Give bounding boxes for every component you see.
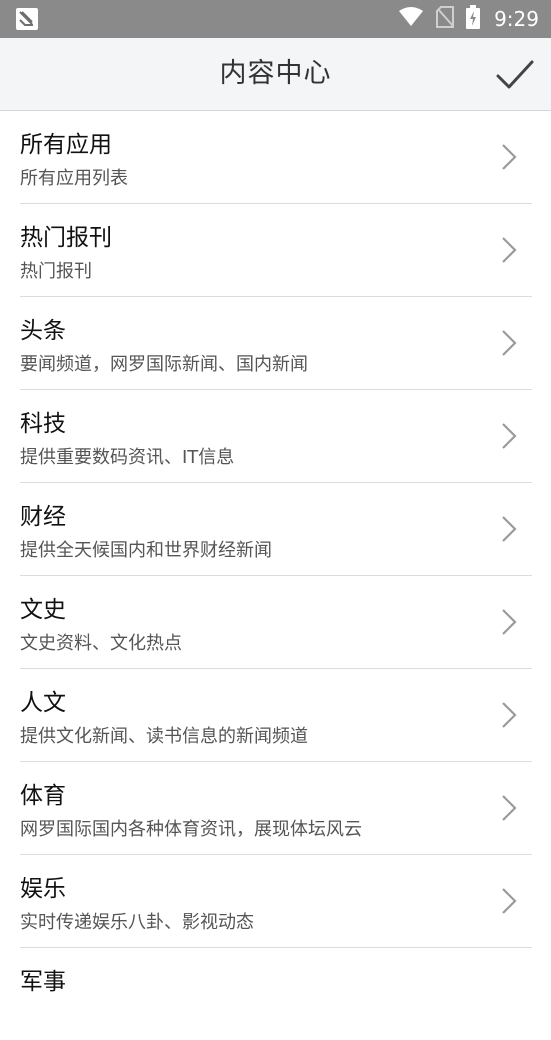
item-title: 所有应用	[20, 132, 112, 158]
chevron-right-icon	[502, 516, 517, 542]
chevron-right-icon	[502, 888, 517, 914]
battery-charging-icon	[466, 5, 481, 33]
item-subtitle: 文史资料、文化热点	[20, 633, 182, 654]
item-title: 科技	[20, 411, 66, 437]
list-item-headlines[interactable]: 头条 要闻频道，网罗国际新闻、国内新闻	[20, 297, 532, 390]
page-title: 内容中心	[219, 58, 332, 89]
item-subtitle: 提供全天候国内和世界财经新闻	[20, 540, 272, 561]
wifi-icon	[398, 7, 424, 31]
item-subtitle: 热门报刊	[20, 261, 92, 282]
item-subtitle: 要闻频道，网罗国际新闻、国内新闻	[20, 354, 308, 375]
confirm-button[interactable]	[495, 55, 535, 95]
item-title: 热门报刊	[20, 225, 112, 251]
item-title: 文史	[20, 597, 66, 623]
top-bar: 内容中心	[0, 38, 551, 111]
list-item-history[interactable]: 文史 文史资料、文化热点	[20, 576, 532, 669]
status-bar: 9:29	[0, 0, 551, 38]
list-item-humanities[interactable]: 人文 提供文化新闻、读书信息的新闻频道	[20, 669, 532, 762]
item-title: 财经	[20, 504, 66, 530]
chevron-right-icon	[502, 144, 517, 170]
chevron-right-icon	[502, 423, 517, 449]
chevron-right-icon	[502, 702, 517, 728]
list-item-all-apps[interactable]: 所有应用 所有应用列表	[20, 111, 532, 204]
list-item-hot-magazines[interactable]: 热门报刊 热门报刊	[20, 204, 532, 297]
no-sim-icon	[436, 6, 455, 32]
item-title: 人文	[20, 690, 66, 716]
chevron-right-icon	[502, 237, 517, 263]
list-item-tech[interactable]: 科技 提供重要数码资讯、IT信息	[20, 390, 532, 483]
item-title: 娱乐	[20, 876, 66, 902]
item-title: 体育	[20, 783, 66, 809]
item-title: 头条	[20, 318, 66, 344]
item-subtitle: 所有应用列表	[20, 168, 128, 189]
list-item-entertainment[interactable]: 娱乐 实时传递娱乐八卦、影视动态	[20, 855, 532, 948]
chevron-right-icon	[502, 609, 517, 635]
chevron-right-icon	[502, 795, 517, 821]
check-icon	[496, 60, 534, 89]
item-subtitle: 网罗国际国内各种体育资讯，展现体坛风云	[20, 819, 362, 840]
list-item-finance[interactable]: 财经 提供全天候国内和世界财经新闻	[20, 483, 532, 576]
chevron-right-icon	[502, 330, 517, 356]
app-notification-icon	[16, 8, 38, 30]
item-title: 军事	[20, 969, 66, 995]
item-subtitle: 提供重要数码资讯、IT信息	[20, 447, 235, 468]
list-item-military[interactable]: 军事	[20, 948, 532, 1040]
status-time: 9:29	[494, 7, 539, 31]
item-subtitle: 提供文化新闻、读书信息的新闻频道	[20, 726, 308, 747]
content-list: 所有应用 所有应用列表 热门报刊 热门报刊 头条 要闻频道，网罗国际新闻、国内新…	[0, 111, 551, 1040]
item-subtitle: 实时传递娱乐八卦、影视动态	[20, 912, 254, 933]
list-item-sports[interactable]: 体育 网罗国际国内各种体育资讯，展现体坛风云	[20, 762, 532, 855]
